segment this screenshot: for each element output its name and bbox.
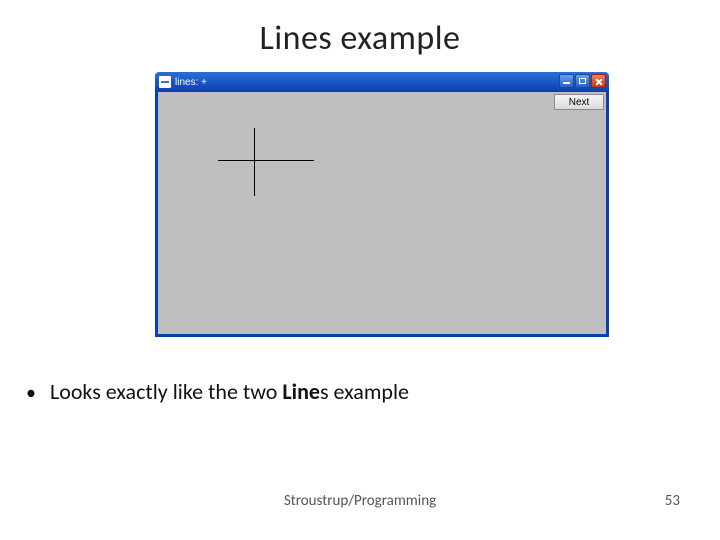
bullet-prefix: Looks exactly like the two: [50, 378, 282, 405]
horizontal-line: [218, 160, 314, 161]
window-title: lines: +: [175, 77, 207, 88]
slide-title: Lines example: [0, 0, 720, 59]
window-controls: [559, 74, 606, 88]
window-border: Next: [155, 92, 609, 337]
slide-footer: Stroustrup/Programming: [0, 492, 720, 510]
bullet-marker: •: [26, 383, 36, 403]
next-button[interactable]: Next: [554, 94, 604, 110]
maximize-icon[interactable]: [575, 74, 590, 88]
bullet-suffix: s example: [320, 378, 409, 405]
bullet-bold: Line: [282, 378, 320, 405]
app-window: lines: + Next: [155, 72, 609, 337]
bullet-item: • Looks exactly like the two Lines examp…: [26, 378, 409, 405]
app-icon: [159, 76, 171, 88]
drawing-canvas: Next: [158, 92, 606, 334]
close-icon[interactable]: [591, 74, 606, 88]
page-number: 53: [665, 492, 680, 510]
minimize-icon[interactable]: [559, 74, 574, 88]
vertical-line: [254, 128, 255, 196]
window-titlebar[interactable]: lines: +: [155, 72, 609, 92]
bullet-text: Looks exactly like the two Lines example: [50, 378, 409, 405]
